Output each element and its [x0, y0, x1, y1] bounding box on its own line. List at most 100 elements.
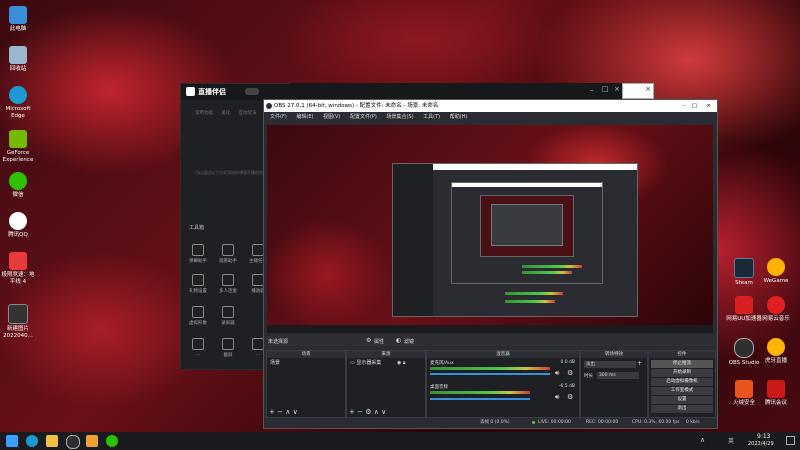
obs-status-bar: 丢帧 0 (0.0%) LIVE: 00:00:00 REC: 00:00:00… [264, 418, 717, 427]
obs-menu-view[interactable]: 视图(V) [323, 114, 340, 120]
tray-chevron-icon[interactable]: ∧ [700, 436, 705, 444]
tray-ime[interactable]: 英 [728, 436, 734, 445]
uu-accelerator-icon [735, 296, 753, 314]
desktop-icon-uu[interactable]: 网易UU加速器 [726, 296, 762, 323]
desktop-icon-label: 微信 [12, 192, 24, 198]
desktop-icon-geforce[interactable]: GeForce Experience [0, 130, 36, 164]
desktop-icon-edge[interactable]: Microsoft Edge [0, 86, 36, 120]
obs-menu-tools[interactable]: 工具(T) [423, 114, 440, 120]
obs-maximize-icon[interactable]: □ [692, 100, 697, 112]
move-up-icon[interactable]: ∧ [374, 408, 379, 416]
tool-danmu[interactable]: 弹幕助手 [186, 244, 210, 264]
source-settings-gear-icon[interactable]: ⚙ [365, 408, 371, 416]
remove-source-icon[interactable]: − [357, 408, 363, 416]
obs-menu-edit[interactable]: 编辑(E) [296, 114, 313, 120]
obs-menubar: 文件(F) 编辑(E) 视图(V) 配置文件(P) 场景集合(S) 工具(T) … [264, 112, 717, 122]
desktop-icon-steam[interactable]: Steam [726, 258, 762, 287]
taskbar-edge-icon[interactable] [26, 435, 38, 447]
desktop-icon-label: Steam [735, 280, 753, 286]
desktop-icon-netease-music[interactable]: 网易云音乐 [758, 296, 794, 323]
transition-select[interactable]: 淡出 [584, 361, 636, 368]
tool-screenshot[interactable]: 截屏 [216, 338, 240, 358]
companion-menu-item[interactable]: 互动玩法 [238, 111, 256, 116]
settings-button[interactable]: 设置 [651, 396, 713, 404]
transition-add-icon[interactable]: + [637, 360, 642, 367]
desktop-icon-wechat[interactable]: 微信 [0, 172, 36, 199]
obs-menu-file[interactable]: 文件(F) [270, 114, 287, 120]
obs-window[interactable]: OBS 27.0.1 (64-bit, windows) - 配置文件: 未命名… [263, 99, 718, 429]
obs-titlebar: OBS 27.0.1 (64-bit, windows) - 配置文件: 未命名… [264, 100, 717, 112]
desktop-volume-slider[interactable] [430, 398, 530, 400]
move-down-icon[interactable]: ∨ [381, 408, 386, 416]
desktop-icon-label: 回收站 [9, 66, 27, 72]
virtual-camera-button[interactable]: 启动虚拟摄像机 [651, 378, 713, 386]
popup-close-icon[interactable]: × [645, 85, 651, 93]
studio-mode-button[interactable]: 工作室模式 [651, 387, 713, 395]
companion-menu-item[interactable]: 常用功能 [195, 111, 213, 116]
nested-preview-3 [480, 195, 574, 257]
obs-preview[interactable] [267, 125, 713, 333]
start-windows-icon[interactable] [6, 435, 18, 447]
tool-avatar[interactable]: 虚拟形象 [186, 306, 210, 326]
lock-icon[interactable]: 🔒︎ [403, 360, 406, 366]
edge-icon [9, 86, 27, 104]
small-popup-window[interactable]: × [622, 83, 654, 99]
taskbar-explorer-icon[interactable] [46, 435, 58, 447]
source-item[interactable]: ▭ 显示器采集 ◉ 🔒︎ [347, 358, 425, 367]
mic-gear-icon[interactable]: ⚙ [567, 369, 573, 377]
desktop-icon-qq[interactable]: 腾讯QQ [0, 212, 36, 239]
desktop-icon-obs[interactable]: OBS Studio [726, 338, 762, 367]
desktop-icon-wegame[interactable]: WeGame [758, 258, 794, 285]
desktop-icon-recycle-bin[interactable]: 回收站 [0, 46, 36, 73]
filters-icon[interactable]: ◐ [396, 337, 401, 344]
window-close-icon[interactable]: × [614, 85, 620, 93]
add-source-icon[interactable]: + [349, 408, 355, 416]
desktop-icon-this-pc[interactable]: 此电脑 [0, 6, 36, 33]
obs-minimize-icon[interactable]: – [682, 100, 685, 112]
obs-menu-help[interactable]: 帮助(H) [450, 114, 468, 120]
tool-multi-mic[interactable]: 多人连麦 [216, 274, 240, 294]
desktop-icon-meeting[interactable]: 腾讯会议 [758, 380, 794, 407]
desktop-speaker-icon[interactable]: 🔊︎ [555, 393, 559, 402]
mic-speaker-icon[interactable]: 🔊︎ [555, 369, 559, 378]
move-up-icon[interactable]: ∧ [285, 408, 290, 416]
scene-item[interactable]: 场景 [267, 358, 345, 367]
desktop-icon-label: 虎牙直播 [764, 358, 787, 364]
visibility-eye-icon[interactable]: ◉ [397, 360, 401, 366]
desktop-icon-huya[interactable]: 虎牙直播 [758, 338, 794, 365]
desktop-icon-huorong[interactable]: 火绒安全 [726, 380, 762, 407]
tool-gift[interactable]: 礼物设置 [186, 274, 210, 294]
window-maximize-icon[interactable]: □ [602, 85, 609, 93]
tool-viewer[interactable]: 观看助手 [216, 244, 240, 264]
obs-menu-scene-collection[interactable]: 场景集合(S) [386, 114, 413, 120]
properties-gear-icon[interactable]: ⚙ [366, 337, 371, 344]
tool-recorder[interactable]: 录屏器 [216, 306, 240, 326]
remove-scene-icon[interactable]: − [277, 408, 283, 416]
stop-streaming-button[interactable]: 停止推流 [651, 360, 713, 368]
properties-button[interactable]: 属性 [374, 338, 384, 345]
move-down-icon[interactable]: ∨ [293, 408, 298, 416]
start-recording-button[interactable]: 开始录制 [651, 369, 713, 377]
companion-menu-item[interactable]: 美化 [221, 111, 230, 116]
tool-more[interactable]: ... [186, 338, 210, 357]
notification-icon[interactable] [786, 436, 795, 445]
filters-button[interactable]: 滤镜 [404, 338, 414, 345]
duration-input[interactable]: 300 ms [597, 372, 639, 379]
exit-button[interactable]: 退出 [651, 405, 713, 413]
desktop-gear-icon[interactable]: ⚙ [567, 393, 573, 401]
image-file-icon [8, 304, 28, 324]
taskbar-wechat-icon[interactable] [106, 435, 118, 447]
taskbar-companion-icon[interactable] [86, 435, 98, 447]
clock-date: 2022/4/29 [748, 441, 774, 447]
desktop-icon-label: GeForce Experience [2, 150, 34, 163]
desktop-icon-image[interactable]: 新建图片 2022040... [0, 304, 36, 340]
mic-volume-slider[interactable] [430, 373, 550, 375]
taskbar-obs-icon[interactable] [66, 435, 80, 449]
obs-menu-profile[interactable]: 配置文件(P) [350, 114, 377, 120]
add-scene-icon[interactable]: + [269, 408, 275, 416]
huya-icon [767, 338, 785, 356]
companion-version-badge [245, 88, 259, 95]
desktop-icon-forza[interactable]: 极限竞速：地平线 4 [0, 252, 36, 286]
window-minimize-icon[interactable]: – [590, 86, 594, 94]
obs-close-icon[interactable]: × [706, 100, 711, 112]
